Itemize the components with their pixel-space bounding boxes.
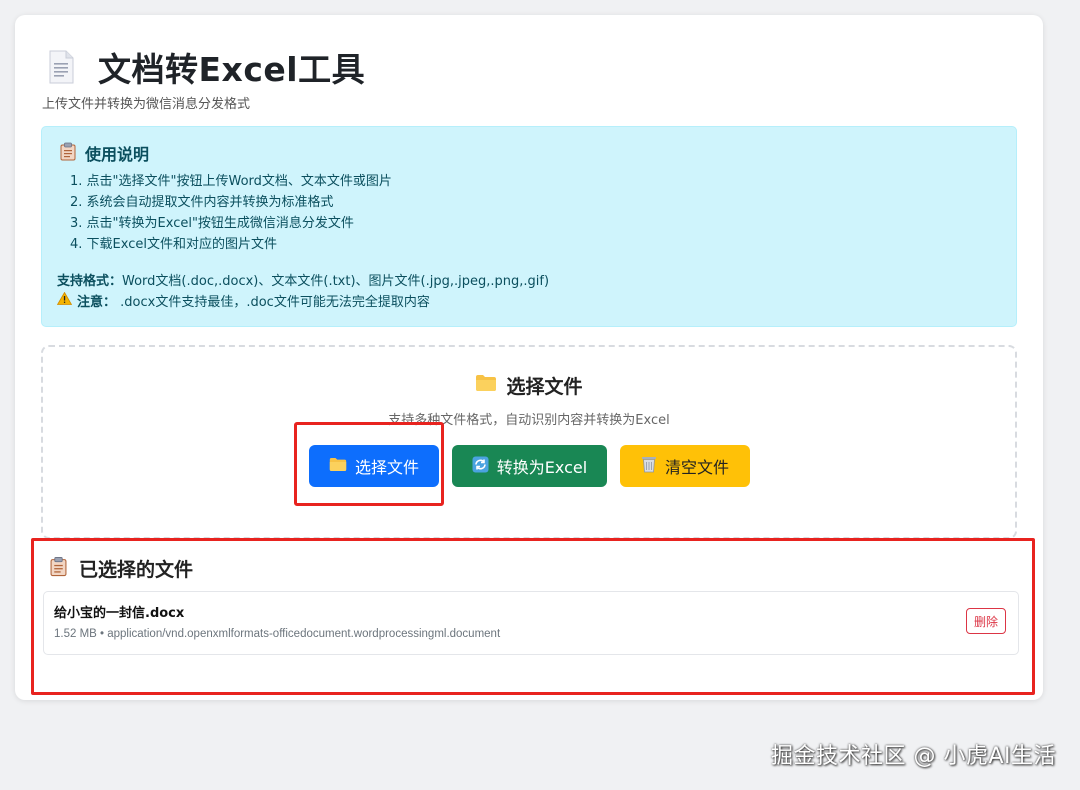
- file-name: 给小宝的一封信.docx: [54, 606, 185, 621]
- document-icon: [48, 50, 74, 84]
- clipboard-icon: [50, 556, 67, 582]
- clipboard-icon: [60, 142, 76, 165]
- instruction-step: 4. 下载Excel文件和对应的图片文件: [70, 237, 277, 252]
- trash-icon: [641, 455, 657, 477]
- clear-files-button[interactable]: 清空文件: [620, 445, 750, 487]
- notice-value: .docx文件支持最佳，.doc文件可能无法完全提取内容: [120, 295, 430, 310]
- watermark: 掘金技术社区 @ 小虎AI生活: [770, 744, 1056, 769]
- highlight-select-button: [294, 422, 444, 506]
- main-card: 文档转Excel工具 上传文件并转换为微信消息分发格式 使用说明 1. 点击"选…: [15, 15, 1043, 700]
- file-list-item: 给小宝的一封信.docx 1.52 MB • application/vnd.o…: [43, 591, 1019, 655]
- notice-label: 注意：: [77, 295, 117, 310]
- instruction-step: 3. 点击"转换为Excel"按钮生成微信消息分发文件: [70, 216, 354, 231]
- file-meta: 1.52 MB • application/vnd.openxmlformats…: [54, 628, 501, 640]
- upload-hint: 支持多种文件格式，自动识别内容并转换为Excel: [388, 413, 670, 428]
- formats-label: 支持格式：: [57, 274, 123, 289]
- convert-to-excel-button[interactable]: 转换为Excel: [452, 445, 607, 487]
- supported-formats: 支持格式：Word文档(.doc,.docx)、文本文件(.txt)、图片文件(…: [57, 270, 549, 289]
- instructions-heading: 使用说明: [60, 141, 149, 165]
- page-title: 文档转Excel工具: [98, 50, 366, 89]
- instruction-step: 1. 点击"选择文件"按钮上传Word文档、文本文件或图片: [70, 174, 392, 189]
- upload-heading: 选择文件: [43, 372, 1015, 399]
- delete-file-button[interactable]: 删除: [966, 608, 1006, 634]
- selected-files-heading: 已选择的文件: [50, 555, 193, 582]
- instructions-panel: 使用说明 1. 点击"选择文件"按钮上传Word文档、文本文件或图片 2. 系统…: [41, 126, 1017, 327]
- page-subtitle: 上传文件并转换为微信消息分发格式: [42, 97, 251, 112]
- folder-icon: [475, 374, 497, 397]
- instruction-step: 2. 系统会自动提取文件内容并转换为标准格式: [70, 195, 334, 210]
- header: 文档转Excel工具: [48, 43, 365, 91]
- notice: 注意： .docx文件支持最佳，.doc文件可能无法完全提取内容: [56, 291, 430, 310]
- selected-files-panel: 已选择的文件 给小宝的一封信.docx 1.52 MB • applicatio…: [31, 538, 1035, 695]
- upload-dropzone[interactable]: 选择文件 支持多种文件格式，自动识别内容并转换为Excel 选择文件 转换为Ex…: [41, 345, 1017, 539]
- instructions-steps: 1. 点击"选择文件"按钮上传Word文档、文本文件或图片 2. 系统会自动提取…: [70, 171, 392, 255]
- formats-value: Word文档(.doc,.docx)、文本文件(.txt)、图片文件(.jpg,…: [122, 274, 550, 289]
- refresh-icon: [472, 456, 489, 477]
- warning-icon: [56, 291, 73, 309]
